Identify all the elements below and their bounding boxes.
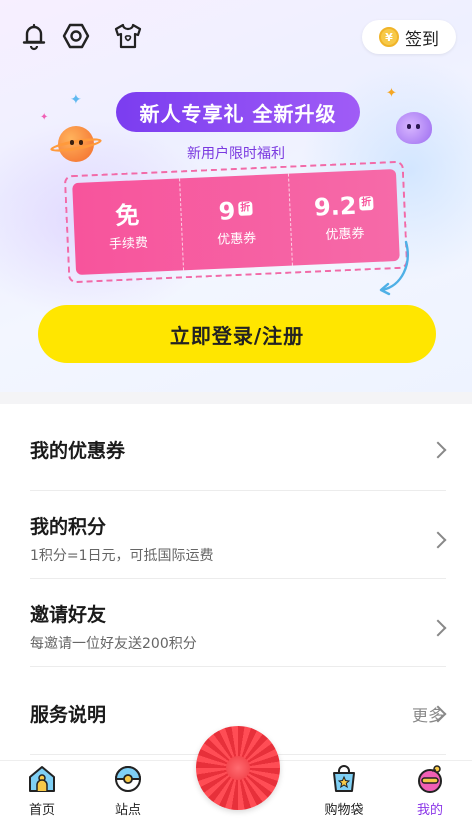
divider [30, 578, 446, 579]
hero-banner: ¥ 签到 ✦ ✦ ✦ 新人专享礼 全新升级 新用户限时福利 免 手续费 9 折 … [0, 0, 472, 392]
menu-item-desc: 1积分=1日元，可抵国际运费 [30, 548, 214, 564]
cloud-mascot-icon [396, 112, 432, 144]
sparkle-icon: ✦ [70, 92, 82, 108]
menu-list: 我的优惠券 我的积分 1积分=1日元，可抵国际运费 邀请好友 每邀请一位好友送2… [0, 404, 472, 760]
promo-subtitle: 新用户限时福利 [187, 146, 285, 162]
promo-title: 新人专享礼 全新升级 [116, 92, 360, 132]
coupon-ticket[interactable]: 免 手续费 9 折 优惠券 9.2 折 优惠券 [63, 160, 409, 284]
tab-station[interactable]: 站点 [92, 761, 164, 819]
bell-icon[interactable] [18, 20, 50, 52]
curved-arrow-icon [379, 240, 409, 296]
sparkle-icon: ✦ [40, 112, 49, 123]
ticket-big: 9.2 [313, 191, 358, 222]
center-action-button[interactable] [196, 726, 280, 810]
menu-item-points[interactable]: 我的积分 1积分=1日元，可抵国际运费 [30, 512, 447, 565]
discount-badge: 折 [359, 195, 374, 211]
menu-item-title: 我的优惠券 [30, 440, 126, 462]
login-register-button[interactable]: 立即登录/注册 [38, 305, 436, 363]
menu-item-invite[interactable]: 邀请好友 每邀请一位好友送200积分 [30, 600, 447, 653]
home-icon [29, 766, 55, 792]
tshirt-icon[interactable] [112, 20, 144, 52]
menu-item-coupons[interactable]: 我的优惠券 [30, 436, 447, 463]
shopping-bag-icon [333, 765, 355, 792]
tab-home[interactable]: 首页 [6, 761, 78, 819]
divider [30, 490, 446, 491]
menu-item-title: 服务说明 [30, 704, 107, 726]
menu-item-service[interactable]: 服务说明 [30, 700, 447, 727]
station-icon [114, 766, 142, 792]
signin-button[interactable]: ¥ 签到 [362, 20, 456, 54]
ticket-label: 优惠券 [325, 225, 365, 243]
menu-item-desc: 每邀请一位好友送200积分 [30, 636, 197, 652]
service-more-link[interactable]: 更多 [412, 702, 444, 726]
discount-badge: 折 [237, 200, 253, 216]
ticket-label: 优惠券 [216, 230, 257, 248]
menu-item-title: 我的积分 [30, 516, 107, 538]
settings-icon[interactable] [60, 20, 92, 52]
tab-label: 首页 [28, 803, 55, 818]
divider [30, 666, 446, 667]
profile-icon [418, 765, 442, 793]
ticket-cell-fee: 免 手续费 [72, 178, 183, 275]
tab-label: 站点 [114, 803, 141, 818]
coin-icon: ¥ [379, 27, 399, 47]
tab-label: 我的 [416, 803, 443, 818]
ticket-label: 手续费 [108, 235, 149, 253]
tab-profile[interactable]: 我的 [394, 761, 466, 819]
signin-label: 签到 [405, 29, 439, 50]
menu-item-title: 邀请好友 [30, 604, 107, 626]
ticket-big: 免 [114, 200, 140, 230]
tab-shopping-bag[interactable]: 购物袋 [308, 761, 380, 819]
tab-label: 购物袋 [324, 803, 364, 818]
ticket-cell-9: 9 折 优惠券 [179, 173, 292, 271]
sparkle-icon: ✦ [386, 86, 397, 101]
ticket-big: 9 [218, 196, 236, 226]
